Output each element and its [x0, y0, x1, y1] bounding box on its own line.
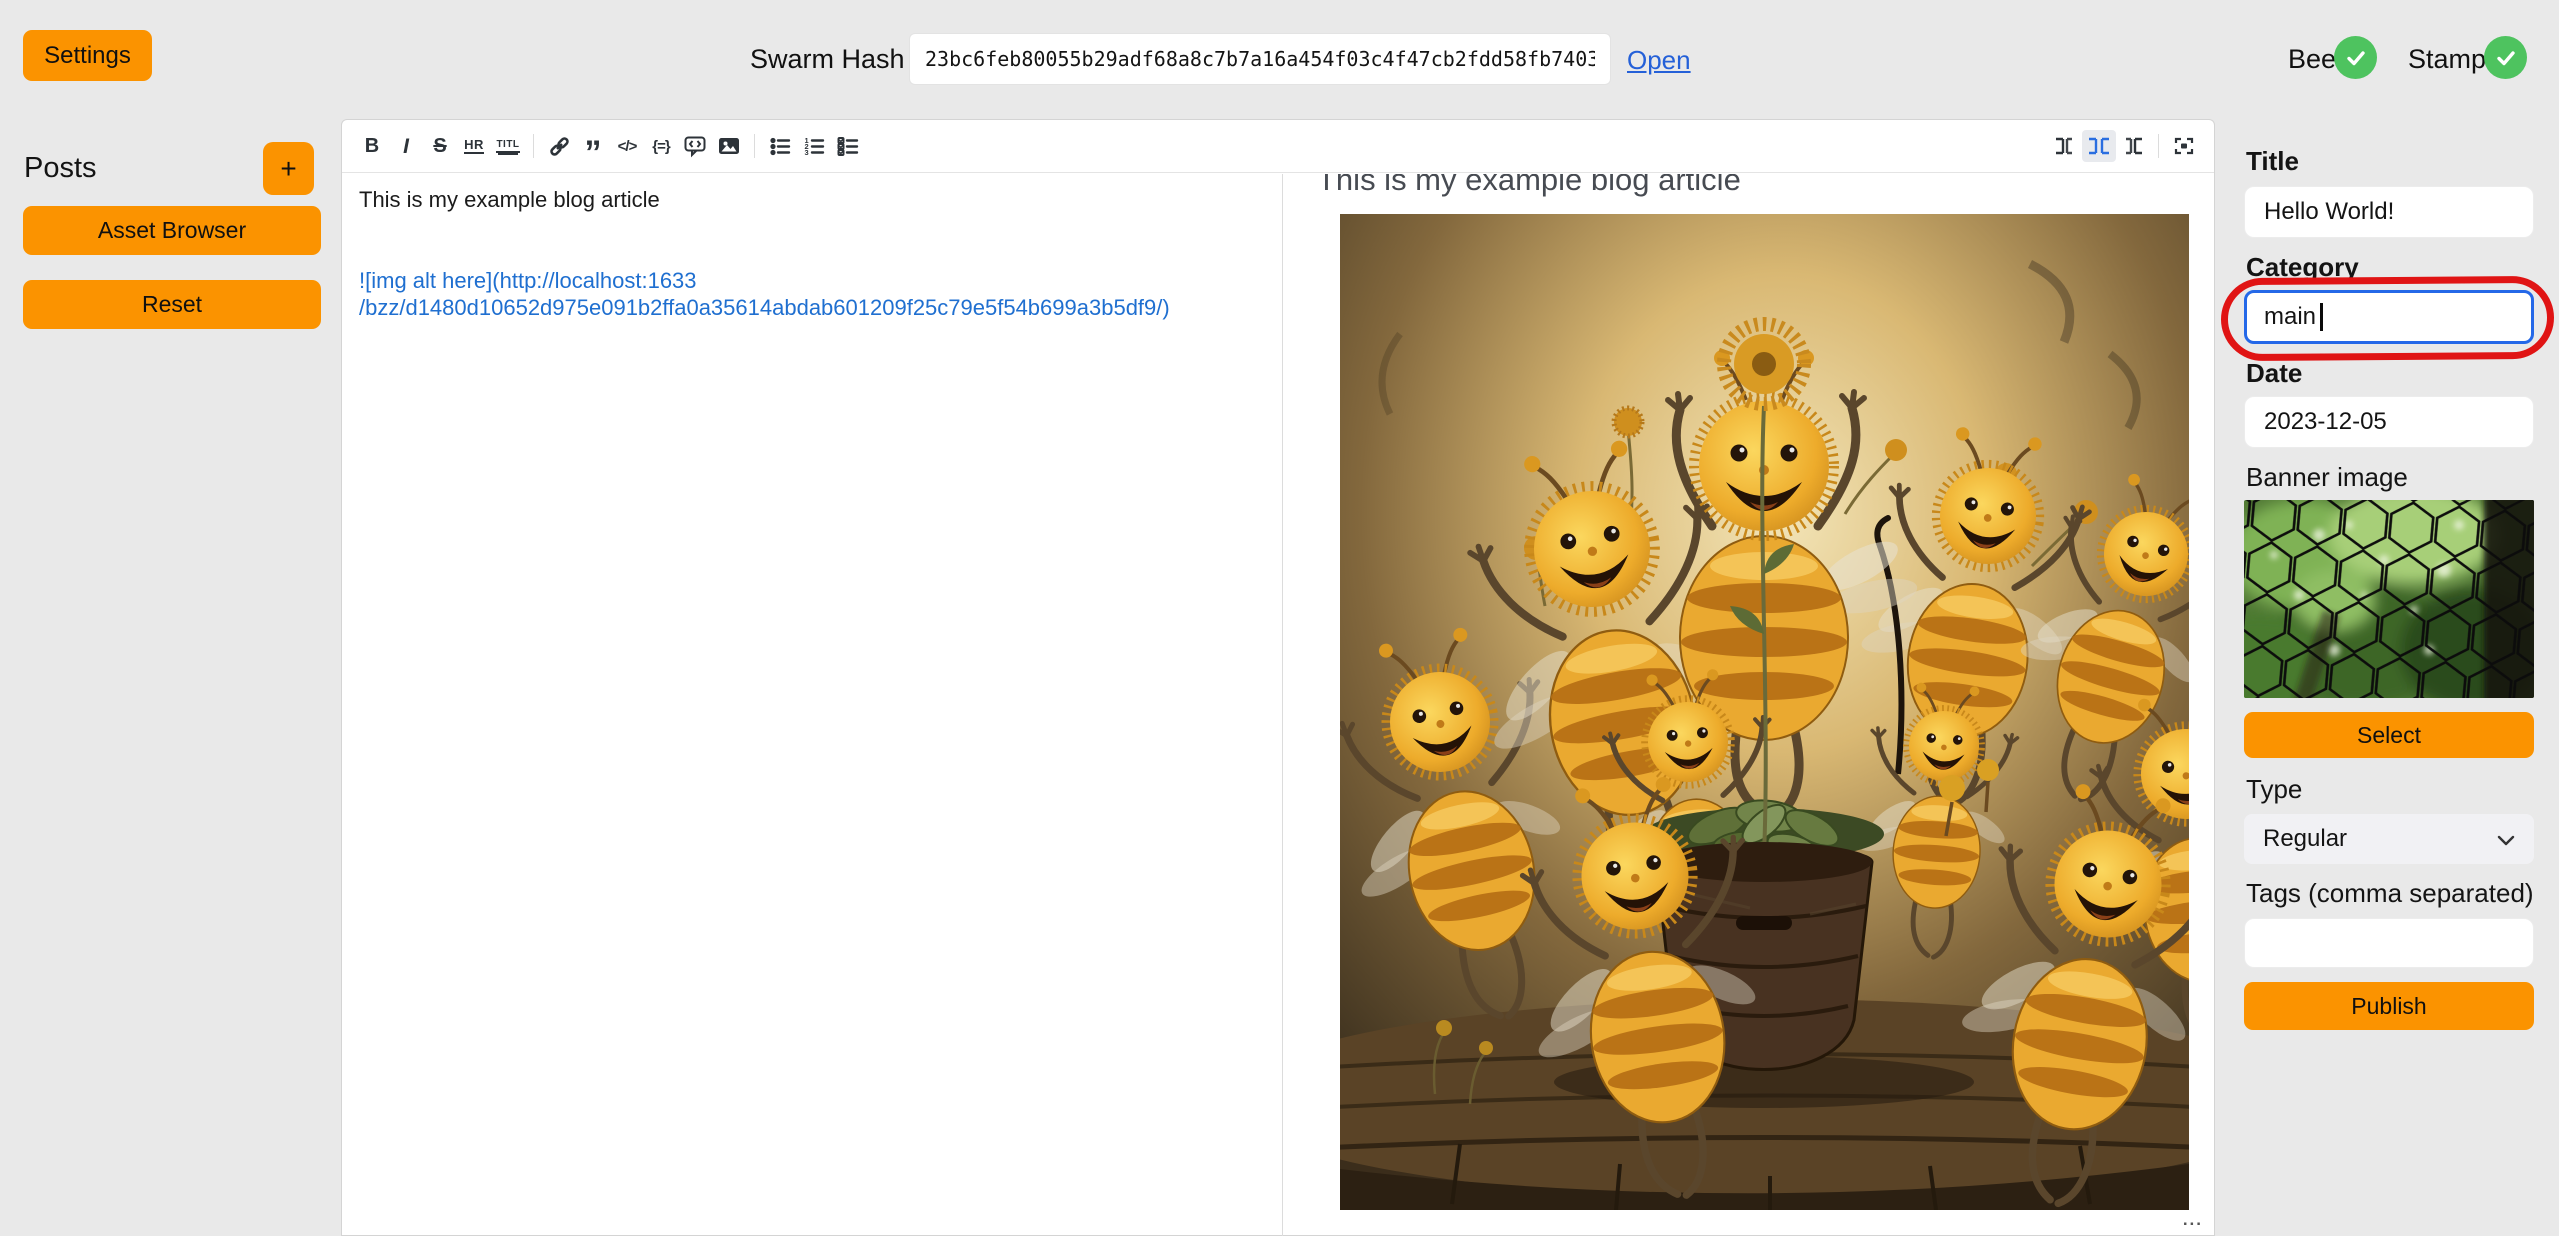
stamp-status-label: Stamp: [2408, 44, 2486, 75]
markdown-text-line: This is my example blog article: [359, 187, 660, 213]
svg-text:3: 3: [804, 148, 808, 157]
heading-icon[interactable]: TITL: [491, 130, 525, 162]
view-editor-only-icon[interactable]: [2048, 130, 2082, 162]
preview-pane: This is my example blog article: [1284, 174, 2215, 1236]
date-label: Date: [2246, 358, 2302, 389]
markdown-image-link: ![img alt here](http://localhost:1633 /b…: [359, 267, 1170, 321]
open-link[interactable]: Open: [1627, 45, 1691, 76]
banner-image-label: Banner image: [2246, 462, 2408, 493]
settings-button[interactable]: Settings: [23, 30, 152, 81]
fullscreen-icon[interactable]: [2167, 130, 2201, 162]
image-icon[interactable]: [712, 130, 746, 162]
toolbar-separator: [2158, 134, 2159, 158]
add-post-button[interactable]: +: [263, 142, 314, 195]
ordered-list-icon[interactable]: 1 2 3: [797, 130, 831, 162]
publish-button[interactable]: Publish: [2244, 982, 2534, 1030]
markdown-editor: B I S HR TITL ” </> {=}: [341, 119, 2215, 1236]
title-label: Title: [2246, 146, 2299, 177]
reset-button[interactable]: Reset: [23, 280, 321, 329]
date-input[interactable]: [2244, 396, 2534, 448]
italic-icon[interactable]: I: [389, 130, 423, 162]
banner-image-thumbnail: [2244, 500, 2534, 698]
page: { "colors": { "page_background": "#e9e9e…: [0, 0, 2559, 1236]
type-select-value: Regular: [2263, 825, 2347, 853]
type-select[interactable]: Regular: [2244, 814, 2534, 864]
title-input[interactable]: [2244, 186, 2534, 238]
comment-code-icon[interactable]: [678, 130, 712, 162]
chevron-down-icon: [2497, 825, 2515, 853]
quote-icon[interactable]: ”: [576, 130, 610, 162]
link-icon[interactable]: [542, 130, 576, 162]
swarm-hash-input[interactable]: [909, 33, 1611, 85]
swarm-hash-label: Swarm Hash: [750, 44, 905, 75]
preview-overflow-indicator: ...: [2183, 1210, 2203, 1230]
preview-heading: This is my example blog article: [1317, 174, 1741, 198]
toolbar-separator: [533, 134, 534, 158]
type-label: Type: [2246, 774, 2302, 805]
category-label: Category: [2246, 252, 2359, 283]
editor-toolbar: B I S HR TITL ” </> {=}: [342, 120, 2214, 173]
bee-check-icon: [2334, 36, 2377, 79]
toolbar-separator: [754, 134, 755, 158]
tags-input[interactable]: [2244, 918, 2534, 968]
tags-label: Tags (comma separated): [2246, 878, 2534, 909]
unordered-list-icon[interactable]: [763, 130, 797, 162]
code-block-icon[interactable]: {=}: [644, 130, 678, 162]
bee-status-label: Bee: [2288, 44, 2336, 75]
bold-icon[interactable]: B: [355, 130, 389, 162]
category-input[interactable]: [2244, 290, 2534, 344]
code-icon[interactable]: </>: [610, 130, 644, 162]
stamp-check-icon: [2484, 36, 2527, 79]
posts-section-title: Posts: [24, 152, 97, 185]
category-field-wrap: [2244, 290, 2534, 344]
select-banner-button[interactable]: Select: [2244, 712, 2534, 758]
view-side-by-side-icon[interactable]: [2082, 130, 2116, 162]
task-list-icon[interactable]: [831, 130, 865, 162]
asset-browser-button[interactable]: Asset Browser: [23, 206, 321, 255]
text-caret: [2320, 303, 2323, 331]
post-image: [1340, 214, 2189, 1210]
view-preview-only-icon[interactable]: [2116, 130, 2150, 162]
markdown-source-pane[interactable]: This is my example blog article ![img al…: [342, 174, 1283, 1236]
strikethrough-icon[interactable]: S: [423, 130, 457, 162]
horizontal-rule-icon[interactable]: HR: [457, 130, 491, 162]
